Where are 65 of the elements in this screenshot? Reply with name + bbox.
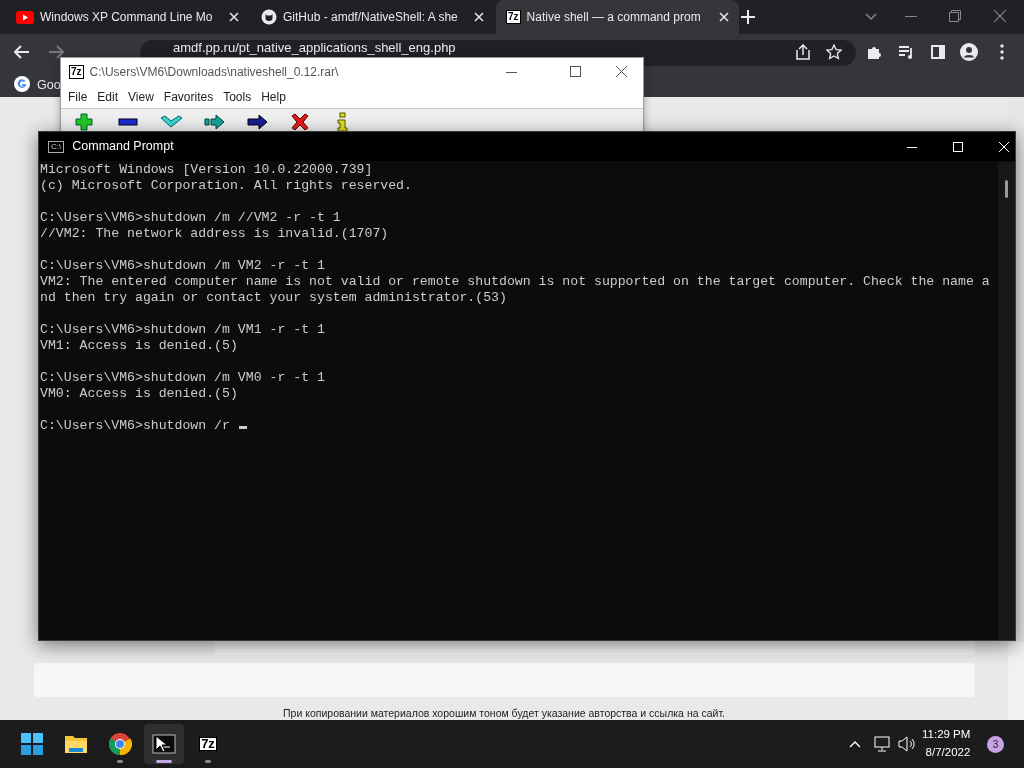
console-line: nd then try again or contact your system administrator.(53) (40, 290, 507, 306)
minimize-icon[interactable] (506, 72, 517, 74)
network-icon[interactable] (874, 736, 892, 752)
menu-item[interactable]: Help (256, 88, 291, 106)
console-line: C:\Users\VM6>shutdown /m //VM2 -r -t 1 (40, 210, 341, 226)
taskbar-button[interactable]: 7z (188, 724, 228, 764)
plus-icon[interactable] (73, 112, 96, 132)
taskbar-button[interactable] (144, 724, 184, 764)
arrow-right-icon[interactable] (202, 112, 225, 132)
plus-icon[interactable] (741, 10, 755, 24)
logo-icon: 7z (69, 65, 84, 79)
maximize-icon[interactable] (570, 66, 581, 77)
browser-tab[interactable]: Windows XP Command Line Mo (6, 0, 249, 34)
cat-silhouette-icon (261, 9, 277, 25)
clock-date[interactable]: 8/7/2022 (922, 743, 971, 761)
clock-time[interactable]: 11:29 PM (922, 725, 971, 743)
chevron-up-icon[interactable] (849, 740, 861, 748)
speaker-icon[interactable] (898, 736, 916, 752)
profile-icon[interactable] (960, 43, 978, 61)
running-indicator (117, 760, 123, 763)
more-icon[interactable] (1000, 44, 1004, 60)
console-line: VM2: The entered computer name is not valid or remote shutdown is not supported on the target computer. Check the name a (40, 274, 990, 290)
menu-item[interactable]: Favorites (158, 88, 219, 106)
google-icon[interactable] (14, 76, 30, 92)
chrome-icon (108, 732, 132, 756)
running-indicator (205, 760, 211, 763)
console-icon: C:\ (48, 140, 65, 153)
windows-icon (20, 732, 44, 756)
menu-item[interactable]: View (123, 88, 159, 106)
share-icon[interactable] (795, 44, 811, 60)
menu-item[interactable]: File (63, 88, 93, 106)
restore-icon[interactable] (949, 10, 961, 22)
forward-icon[interactable] (48, 45, 64, 59)
console-line: VM0: Access is denied.(5) (40, 386, 238, 402)
console-line: C:\Users\VM6>shutdown /m VM1 -r -t 1 (40, 322, 325, 338)
browser-tab[interactable]: 7z Native shell — a command prom (496, 0, 739, 34)
console-line: (c) Microsoft Corporation. All rights reserved. (40, 178, 412, 194)
chevron-icon[interactable] (865, 13, 877, 21)
close-icon[interactable] (616, 66, 627, 77)
address-text: amdf.pp.ru/pt_native_applications_shell_eng.php (173, 40, 456, 56)
logo-icon: 7z (199, 737, 217, 751)
scrollbar-thumb[interactable] (1005, 180, 1008, 198)
back-icon[interactable] (14, 45, 30, 59)
side-panel-icon[interactable] (931, 45, 945, 59)
running-indicator (156, 760, 172, 763)
window-title: C:\Users\VM6\Downloads\nativeshell_0.12.rar\ (89, 64, 339, 81)
console-line: C:\Users\VM6>shutdown /m VM2 -r -t 1 (40, 258, 325, 274)
console-line: C:\Users\VM6>shutdown /r (40, 418, 247, 434)
terminal-icon (152, 732, 176, 756)
console-line: Microsoft Windows [Version 10.0.22000.739] (40, 162, 373, 178)
menu-item[interactable]: Tools (218, 88, 257, 106)
menu-item[interactable]: Edit (92, 88, 124, 106)
browser-tab[interactable]: GitHub - amdf/NativeShell: A she (251, 0, 494, 34)
console-line: //VM2: The network address is invalid.(1707) (40, 226, 389, 242)
bookmark-link[interactable]: Goo (37, 76, 61, 95)
puzzle-icon[interactable] (866, 44, 882, 60)
arrow-right-icon[interactable] (245, 112, 268, 132)
star-icon[interactable] (826, 44, 842, 60)
text-cursor (238, 426, 247, 429)
playlist-icon[interactable] (898, 45, 914, 59)
console-line: VM1: Access is denied.(5) (40, 338, 238, 354)
logo-icon: 7z (506, 10, 521, 24)
console-line: C:\Users\VM6>shutdown /m VM0 -r -t 1 (40, 370, 325, 386)
footer-note: При копировании материалов хорошим тоном будет указание авторства и ссылка на сайт. (282, 706, 726, 721)
window-title: Command Prompt (72, 138, 174, 156)
